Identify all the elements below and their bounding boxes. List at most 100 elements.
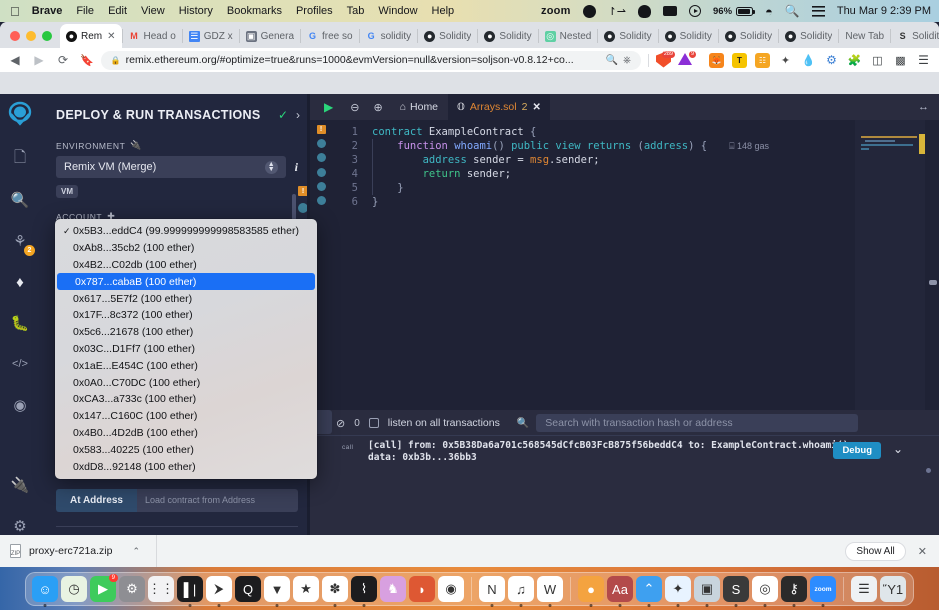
dock-item-cooking[interactable]: ● [578,576,604,602]
dock-item-finder[interactable]: ☺ [32,576,58,602]
account-dropdown-item[interactable]: 0x03C...D1Ff7 (100 ether) [55,341,317,358]
menu-view[interactable]: View [141,5,165,17]
dock-item-duckduckgo[interactable]: ◗ [409,576,435,602]
close-window-button[interactable] [10,31,20,41]
dock-item-screenshot[interactable]: ▣ [694,576,720,602]
debug-button[interactable]: Debug [833,442,881,459]
browser-tab[interactable]: ● Solidity [659,24,718,48]
browser-tab[interactable]: ● Rem ✕ [60,24,122,48]
browser-menu-icon[interactable]: ☰ [916,53,931,68]
dock-item-keychain[interactable]: ⚷ [781,576,807,602]
minimap-thumb[interactable] [919,134,925,154]
browser-tab[interactable]: S Solidity [891,24,939,48]
reload-icon[interactable]: ⟳ [56,53,70,67]
browser-tab[interactable]: ● Solidity [719,24,778,48]
listen-all-transactions-checkbox[interactable] [368,418,379,428]
dock-item-launchpad[interactable]: ⋮⋮ [148,576,174,602]
tabs-icon[interactable]: T [732,52,747,68]
dock-item-facetime[interactable]: ▶ 9 [90,574,118,602]
browser-tab[interactable]: G solidity [360,24,418,48]
dock-item-imovie[interactable]: ★ [293,576,319,602]
info-icon[interactable]: i [295,160,298,175]
bean-icon[interactable] [638,4,652,18]
menu-brave[interactable]: Brave [32,5,63,17]
account-dropdown-item[interactable]: 0x17F...8c372 (100 ether) [55,307,317,324]
at-address-button[interactable]: At Address [56,489,137,512]
code-editor[interactable]: ! 1 2 3 4 5 6 contract ExampleContract {… [310,120,939,410]
show-all-downloads-button[interactable]: Show All [845,541,906,561]
download-item[interactable]: ZIP proxy-erc721a.zip ⌃ [0,535,158,567]
dock-item-slack[interactable]: ✽ [322,576,348,602]
menu-help[interactable]: Help [432,5,455,17]
user-avatar-icon[interactable] [582,4,596,18]
run-icon[interactable]: ▶ [310,100,343,114]
dock-item-trash[interactable]: Ὕ1 [880,576,906,602]
apple-menu-icon[interactable]:  [10,5,20,18]
sidebar-item-plugin-manager[interactable]: 🔌 [5,470,35,500]
browser-tab[interactable]: M Head o [123,24,182,48]
at-address-input[interactable]: Load contract from Address [136,489,298,512]
menu-tab[interactable]: Tab [347,5,365,17]
share-icon[interactable]: ⎈ [623,55,631,66]
zoom-out-icon[interactable]: ⊖ [343,101,366,114]
keplr-icon[interactable]: ✦ [778,53,793,68]
transaction-search-input[interactable]: Search with transaction hash or address [536,414,859,432]
control-center-icon[interactable] [811,5,825,17]
adblock-icon[interactable]: 9 [678,51,696,67]
play-circle-icon[interactable] [689,5,702,17]
menu-bar-clock[interactable]: Thu Mar 9 2:39 PM [837,5,931,17]
dock-item-wolfram[interactable]: W [537,576,563,602]
remix-logo-icon[interactable] [5,100,35,130]
minimize-window-button[interactable] [26,31,36,41]
rainbow-arc-icon[interactable]: ↾⇀ [608,5,626,18]
dock-item-system-prefs[interactable]: ⚙ [119,576,145,602]
account-dropdown-item[interactable]: 0xdD8...92148 (100 ether) [55,458,317,475]
account-dropdown-item[interactable]: 0x4B2...C02db (100 ether) [55,257,317,274]
chevron-right-icon[interactable]: › [296,108,300,122]
keyboard-icon[interactable] [663,6,678,16]
close-icon[interactable]: ✕ [918,545,927,558]
dock-item-sublime[interactable]: S [723,576,749,602]
dock-item-vscode[interactable]: ⮞ [206,576,232,602]
dock-item-activity-monitor[interactable]: ⌇ [351,576,377,602]
close-icon[interactable]: ✕ [532,102,540,113]
account-dropdown-item[interactable]: 0x4B0...4D2dB (100 ether) [55,425,317,442]
browser-tab[interactable]: ● Solidity [478,24,537,48]
dock-item-quicktime[interactable]: Q [235,576,261,602]
search-icon[interactable]: 🔍 [517,418,529,429]
sidebar-item-analysis[interactable]: ◉ [5,390,35,420]
menu-bookmarks[interactable]: Bookmarks [227,5,282,17]
browser-tab[interactable]: ◎ Nested [539,24,598,48]
split-icon[interactable]: ▩ [893,53,908,68]
menu-edit[interactable]: Edit [108,5,127,17]
account-dropdown-item[interactable]: 0x787...cabaB (100 ether) [57,273,315,291]
sidebar-item-search[interactable]: 🔍 [5,185,35,215]
back-icon[interactable]: ◀ [8,53,22,67]
sidebar-item-file-explorer[interactable]: 🗋 [5,144,35,174]
account-dropdown-item[interactable]: 0xAb8...35cb2 (100 ether) [55,240,317,257]
dock-item-preview[interactable]: ♞ [380,576,406,602]
browser-tab[interactable]: ▣ Genera [240,24,300,48]
dock-item-iterm[interactable]: ▌| [177,576,203,602]
zoom-in-icon[interactable]: ⊕ [366,101,389,114]
account-dropdown-item[interactable]: 0x1aE...E454C (100 ether) [55,357,317,374]
browser-tab[interactable]: ● Solidity [779,24,838,48]
dock-item-safari[interactable]: ✦ [665,576,691,602]
zoom-status-item[interactable]: zoom [541,5,571,17]
browser-tab[interactable]: G free so [301,24,359,48]
dock-item-brave[interactable]: ▼ [264,576,290,602]
forward-icon[interactable]: ▶ [32,53,46,67]
account-dropdown-item[interactable]: 0x617...5E7f2 (100 ether) [55,290,317,307]
menu-history[interactable]: History [179,5,213,17]
browser-tab[interactable]: ● Solidity [598,24,657,48]
browser-tab[interactable]: ● Solidity [418,24,477,48]
console-log-row[interactable]: call [call] from: 0x5B38Da6a701c568545dC… [310,440,939,464]
settings-ext-icon[interactable]: ⚙ [824,53,839,68]
account-dropdown-item[interactable]: 0xCA3...a733c (100 ether) [55,391,317,408]
orange-ext-icon[interactable]: ☷ [755,52,770,68]
account-dropdown-item[interactable]: 0x5c6...21678 (100 ether) [55,324,317,341]
browser-tab[interactable]: ☰ GDZ x [183,24,239,48]
puzzle-ext-icon[interactable]: 🧩 [847,53,862,68]
chevron-down-icon[interactable]: ⌄ [893,442,903,456]
sidebar-item-code-format[interactable]: </> [5,349,35,379]
